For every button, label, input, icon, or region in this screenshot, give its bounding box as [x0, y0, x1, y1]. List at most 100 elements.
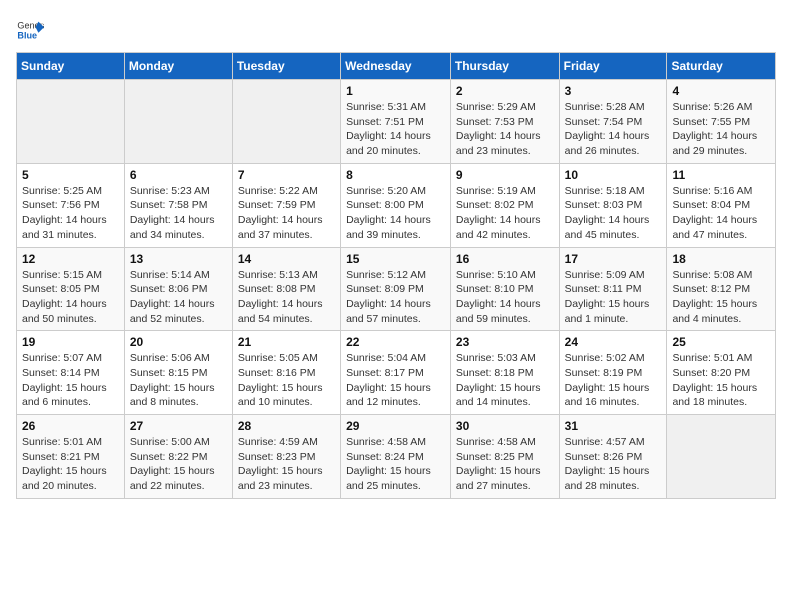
day-number: 22 — [346, 335, 445, 349]
svg-text:Blue: Blue — [17, 30, 37, 40]
weekday-header-friday: Friday — [559, 53, 667, 80]
calendar-cell: 25 Sunrise: 5:01 AM Sunset: 8:20 PM Dayli… — [667, 331, 776, 415]
weekday-header-wednesday: Wednesday — [341, 53, 451, 80]
day-info: Sunrise: 5:29 AM Sunset: 7:53 PM Dayligh… — [456, 100, 554, 159]
day-info: Sunrise: 4:58 AM Sunset: 8:24 PM Dayligh… — [346, 435, 445, 494]
calendar-cell: 19 Sunrise: 5:07 AM Sunset: 8:14 PM Dayli… — [17, 331, 125, 415]
calendar: SundayMondayTuesdayWednesdayThursdayFrid… — [16, 52, 776, 499]
day-number: 14 — [238, 252, 335, 266]
day-info: Sunrise: 5:04 AM Sunset: 8:17 PM Dayligh… — [346, 351, 445, 410]
calendar-cell: 15 Sunrise: 5:12 AM Sunset: 8:09 PM Dayli… — [341, 247, 451, 331]
day-number: 17 — [565, 252, 662, 266]
calendar-cell: 2 Sunrise: 5:29 AM Sunset: 7:53 PM Daylig… — [450, 80, 559, 164]
day-info: Sunrise: 5:15 AM Sunset: 8:05 PM Dayligh… — [22, 268, 119, 327]
calendar-cell — [17, 80, 125, 164]
weekday-header-thursday: Thursday — [450, 53, 559, 80]
calendar-cell: 14 Sunrise: 5:13 AM Sunset: 8:08 PM Dayli… — [232, 247, 340, 331]
day-info: Sunrise: 5:00 AM Sunset: 8:22 PM Dayligh… — [130, 435, 227, 494]
calendar-week-5: 26 Sunrise: 5:01 AM Sunset: 8:21 PM Dayli… — [17, 415, 776, 499]
calendar-cell: 8Sunrise: 5:20 AM Sunset: 8:00 PM Daylig… — [341, 163, 451, 247]
day-info: Sunrise: 4:59 AM Sunset: 8:23 PM Dayligh… — [238, 435, 335, 494]
calendar-cell: 31 Sunrise: 4:57 AM Sunset: 8:26 PM Dayli… — [559, 415, 667, 499]
day-info: Sunrise: 5:12 AM Sunset: 8:09 PM Dayligh… — [346, 268, 445, 327]
day-info: Sunrise: 5:19 AM Sunset: 8:02 PM Dayligh… — [456, 184, 554, 243]
calendar-cell: 9 Sunrise: 5:19 AM Sunset: 8:02 PM Daylig… — [450, 163, 559, 247]
calendar-cell: 5 Sunrise: 5:25 AM Sunset: 7:56 PM Daylig… — [17, 163, 125, 247]
day-info: Sunrise: 5:06 AM Sunset: 8:15 PM Dayligh… — [130, 351, 227, 410]
calendar-week-4: 19 Sunrise: 5:07 AM Sunset: 8:14 PM Dayli… — [17, 331, 776, 415]
day-info: Sunrise: 5:07 AM Sunset: 8:14 PM Dayligh… — [22, 351, 119, 410]
day-info: Sunrise: 5:01 AM Sunset: 8:20 PM Dayligh… — [672, 351, 770, 410]
calendar-cell: 16 Sunrise: 5:10 AM Sunset: 8:10 PM Dayli… — [450, 247, 559, 331]
calendar-week-2: 5 Sunrise: 5:25 AM Sunset: 7:56 PM Daylig… — [17, 163, 776, 247]
calendar-cell: 7 Sunrise: 5:22 AM Sunset: 7:59 PM Daylig… — [232, 163, 340, 247]
day-number: 7 — [238, 168, 335, 182]
calendar-week-1: 1 Sunrise: 5:31 AM Sunset: 7:51 PM Daylig… — [17, 80, 776, 164]
day-number: 23 — [456, 335, 554, 349]
logo: General Blue — [16, 16, 48, 44]
day-number: 20 — [130, 335, 227, 349]
day-info: Sunrise: 5:08 AM Sunset: 8:12 PM Dayligh… — [672, 268, 770, 327]
day-info: Sunrise: 5:13 AM Sunset: 8:08 PM Dayligh… — [238, 268, 335, 327]
calendar-cell: 22 Sunrise: 5:04 AM Sunset: 8:17 PM Dayli… — [341, 331, 451, 415]
day-number: 16 — [456, 252, 554, 266]
day-info: Sunrise: 5:03 AM Sunset: 8:18 PM Dayligh… — [456, 351, 554, 410]
day-info: Sunrise: 5:18 AM Sunset: 8:03 PM Dayligh… — [565, 184, 662, 243]
weekday-header-row: SundayMondayTuesdayWednesdayThursdayFrid… — [17, 53, 776, 80]
day-number: 24 — [565, 335, 662, 349]
calendar-cell: 26 Sunrise: 5:01 AM Sunset: 8:21 PM Dayli… — [17, 415, 125, 499]
day-number: 26 — [22, 419, 119, 433]
weekday-header-tuesday: Tuesday — [232, 53, 340, 80]
day-number: 28 — [238, 419, 335, 433]
day-number: 18 — [672, 252, 770, 266]
calendar-cell: 27 Sunrise: 5:00 AM Sunset: 8:22 PM Dayli… — [124, 415, 232, 499]
day-number: 1 — [346, 84, 445, 98]
day-info: Sunrise: 5:22 AM Sunset: 7:59 PM Dayligh… — [238, 184, 335, 243]
calendar-cell: 1 Sunrise: 5:31 AM Sunset: 7:51 PM Daylig… — [341, 80, 451, 164]
day-info: Sunrise: 5:31 AM Sunset: 7:51 PM Dayligh… — [346, 100, 445, 159]
calendar-cell: 20 Sunrise: 5:06 AM Sunset: 8:15 PM Dayli… — [124, 331, 232, 415]
day-info: Sunrise: 5:05 AM Sunset: 8:16 PM Dayligh… — [238, 351, 335, 410]
day-number: 9 — [456, 168, 554, 182]
day-number: 21 — [238, 335, 335, 349]
day-number: 27 — [130, 419, 227, 433]
day-number: 6 — [130, 168, 227, 182]
day-info: Sunrise: 5:25 AM Sunset: 7:56 PM Dayligh… — [22, 184, 119, 243]
calendar-cell: 30Sunrise: 4:58 AM Sunset: 8:25 PM Dayli… — [450, 415, 559, 499]
calendar-cell: 4Sunrise: 5:26 AM Sunset: 7:55 PM Daylig… — [667, 80, 776, 164]
calendar-cell: 17 Sunrise: 5:09 AM Sunset: 8:11 PM Dayli… — [559, 247, 667, 331]
day-number: 19 — [22, 335, 119, 349]
day-number: 13 — [130, 252, 227, 266]
day-info: Sunrise: 5:10 AM Sunset: 8:10 PM Dayligh… — [456, 268, 554, 327]
calendar-cell: 24Sunrise: 5:02 AM Sunset: 8:19 PM Dayli… — [559, 331, 667, 415]
calendar-cell — [667, 415, 776, 499]
day-number: 31 — [565, 419, 662, 433]
calendar-cell: 13 Sunrise: 5:14 AM Sunset: 8:06 PM Dayli… — [124, 247, 232, 331]
calendar-cell: 6 Sunrise: 5:23 AM Sunset: 7:58 PM Daylig… — [124, 163, 232, 247]
calendar-cell: 23 Sunrise: 5:03 AM Sunset: 8:18 PM Dayli… — [450, 331, 559, 415]
day-number: 8 — [346, 168, 445, 182]
calendar-cell — [124, 80, 232, 164]
calendar-cell: 11Sunrise: 5:16 AM Sunset: 8:04 PM Dayli… — [667, 163, 776, 247]
day-info: Sunrise: 5:09 AM Sunset: 8:11 PM Dayligh… — [565, 268, 662, 327]
header: General Blue — [16, 16, 776, 44]
calendar-cell — [232, 80, 340, 164]
day-number: 25 — [672, 335, 770, 349]
day-number: 12 — [22, 252, 119, 266]
day-info: Sunrise: 5:23 AM Sunset: 7:58 PM Dayligh… — [130, 184, 227, 243]
day-info: Sunrise: 5:01 AM Sunset: 8:21 PM Dayligh… — [22, 435, 119, 494]
day-info: Sunrise: 4:57 AM Sunset: 8:26 PM Dayligh… — [565, 435, 662, 494]
day-info: Sunrise: 5:14 AM Sunset: 8:06 PM Dayligh… — [130, 268, 227, 327]
day-number: 3 — [565, 84, 662, 98]
day-number: 10 — [565, 168, 662, 182]
calendar-week-3: 12 Sunrise: 5:15 AM Sunset: 8:05 PM Dayli… — [17, 247, 776, 331]
day-number: 15 — [346, 252, 445, 266]
logo-icon: General Blue — [16, 16, 44, 44]
calendar-cell: 3 Sunrise: 5:28 AM Sunset: 7:54 PM Daylig… — [559, 80, 667, 164]
day-number: 5 — [22, 168, 119, 182]
day-number: 2 — [456, 84, 554, 98]
day-info: Sunrise: 5:28 AM Sunset: 7:54 PM Dayligh… — [565, 100, 662, 159]
day-number: 30 — [456, 419, 554, 433]
weekday-header-monday: Monday — [124, 53, 232, 80]
day-info: Sunrise: 5:16 AM Sunset: 8:04 PM Dayligh… — [672, 184, 770, 243]
